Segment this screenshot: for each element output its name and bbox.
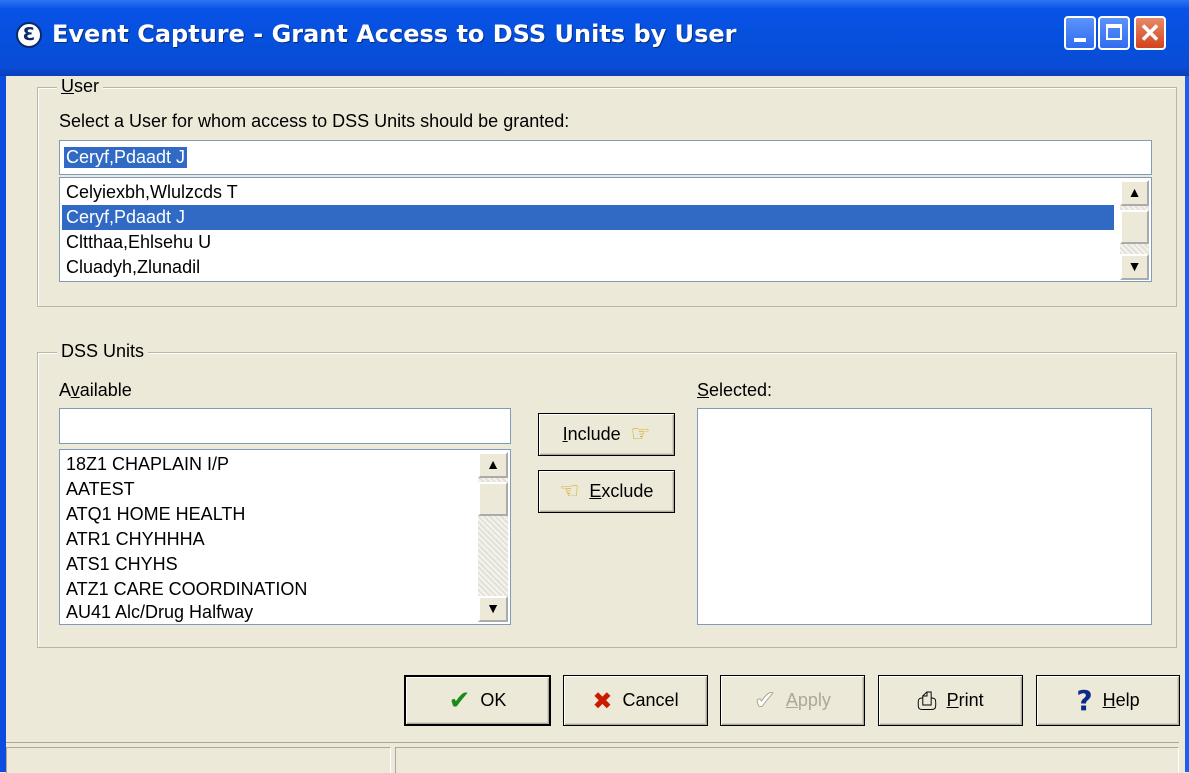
apply-button-label: Apply — [785, 690, 831, 710]
maximize-button[interactable] — [1098, 16, 1130, 50]
scroll-thumb[interactable] — [478, 482, 508, 516]
title-bar[interactable]: Ɛ Event Capture - Grant Access to DSS Un… — [0, 0, 1189, 76]
scroll-down-button[interactable]: ▼ — [478, 596, 508, 622]
close-button[interactable]: ✕ — [1134, 16, 1166, 50]
cancel-button-label: Cancel — [622, 690, 679, 710]
list-item[interactable]: 18Z1 CHAPLAIN I/P — [62, 452, 229, 477]
status-bar — [6, 742, 1179, 773]
available-label: Available — [59, 380, 132, 400]
list-item[interactable]: ATR1 CHYHHHA — [62, 527, 205, 552]
help-button-label: Help — [1102, 690, 1140, 710]
include-button[interactable]: Include ☞ — [538, 413, 675, 456]
cancel-button[interactable]: ✖ Cancel — [563, 675, 708, 726]
status-panel-right — [395, 747, 1179, 773]
user-prompt-label: Select a User for whom access to DSS Uni… — [59, 111, 570, 131]
pointing-hand-left-icon: ☜ — [559, 479, 580, 504]
print-button[interactable]: ⎙ Print — [878, 675, 1023, 726]
list-item[interactable]: ATZ1 CARE COORDINATION — [62, 577, 307, 602]
ok-button-label: OK — [480, 690, 507, 710]
status-panel-left — [6, 747, 391, 773]
user-search-value: Ceryf,Pdaadt J — [64, 147, 188, 168]
print-button-label: Print — [946, 690, 984, 710]
window-title: Event Capture - Grant Access to DSS Unit… — [52, 20, 737, 48]
dialog-window: Ɛ Event Capture - Grant Access to DSS Un… — [0, 0, 1189, 772]
scroll-down-button[interactable]: ▼ — [1120, 254, 1149, 280]
scroll-up-button[interactable]: ▲ — [478, 452, 508, 478]
list-item[interactable]: AATEST — [62, 477, 135, 502]
include-button-label: Include — [562, 424, 621, 444]
exclude-button[interactable]: ☜ Exclude — [538, 470, 675, 513]
available-list-scrollbar[interactable]: ▲ ▼ — [478, 452, 508, 622]
pointing-hand-right-icon: ☞ — [630, 422, 651, 447]
checkmark-icon: ✔ — [448, 685, 471, 716]
user-search-input[interactable]: Ceryf,Pdaadt J — [59, 140, 1152, 175]
available-search-input[interactable] — [59, 408, 511, 444]
list-item[interactable]: ATS1 CHYHS — [62, 552, 178, 577]
checkmark-outline-icon: ✔ — [754, 685, 777, 716]
x-icon: ✖ — [592, 686, 613, 715]
help-button[interactable]: ? Help — [1036, 675, 1180, 726]
apply-button[interactable]: ✔ Apply — [720, 675, 865, 726]
list-item[interactable]: Cltthaa,Ehlsehu U — [62, 230, 1114, 255]
list-item[interactable]: Celyiexbh,Wlulzcds T — [62, 180, 1114, 205]
question-icon: ? — [1076, 684, 1093, 717]
user-list-scrollbar[interactable]: ▲ ▼ — [1120, 180, 1149, 280]
user-listbox[interactable]: Celyiexbh,Wlulzcds T Ceryf,Pdaadt J Cltt… — [59, 177, 1152, 282]
exclude-button-label: Exclude — [589, 481, 654, 501]
user-group-legend: User — [57, 76, 104, 97]
list-item-selected[interactable]: Ceryf,Pdaadt J — [62, 205, 1114, 230]
scroll-up-button[interactable]: ▲ — [1120, 180, 1149, 206]
minimize-icon — [1074, 38, 1086, 42]
close-icon: ✕ — [1139, 18, 1161, 48]
ok-button[interactable]: ✔ OK — [404, 675, 551, 726]
scroll-thumb[interactable] — [1120, 210, 1149, 244]
selected-label: Selected: — [697, 380, 773, 400]
printer-icon: ⎙ — [917, 686, 937, 715]
minimize-button[interactable] — [1064, 16, 1096, 50]
list-item[interactable]: AU41 Alc/Drug Halfway — [62, 600, 253, 624]
dss-units-legend: DSS Units — [57, 341, 149, 362]
list-item[interactable]: Cluadyh,Zlunadil — [62, 255, 1114, 280]
list-item[interactable]: ATQ1 HOME HEALTH — [62, 502, 245, 527]
app-icon[interactable]: Ɛ — [16, 22, 42, 48]
selected-listbox[interactable] — [697, 408, 1152, 625]
maximize-icon — [1106, 24, 1122, 40]
available-listbox[interactable]: 18Z1 CHAPLAIN I/P AATEST ATQ1 HOME HEALT… — [59, 449, 511, 625]
